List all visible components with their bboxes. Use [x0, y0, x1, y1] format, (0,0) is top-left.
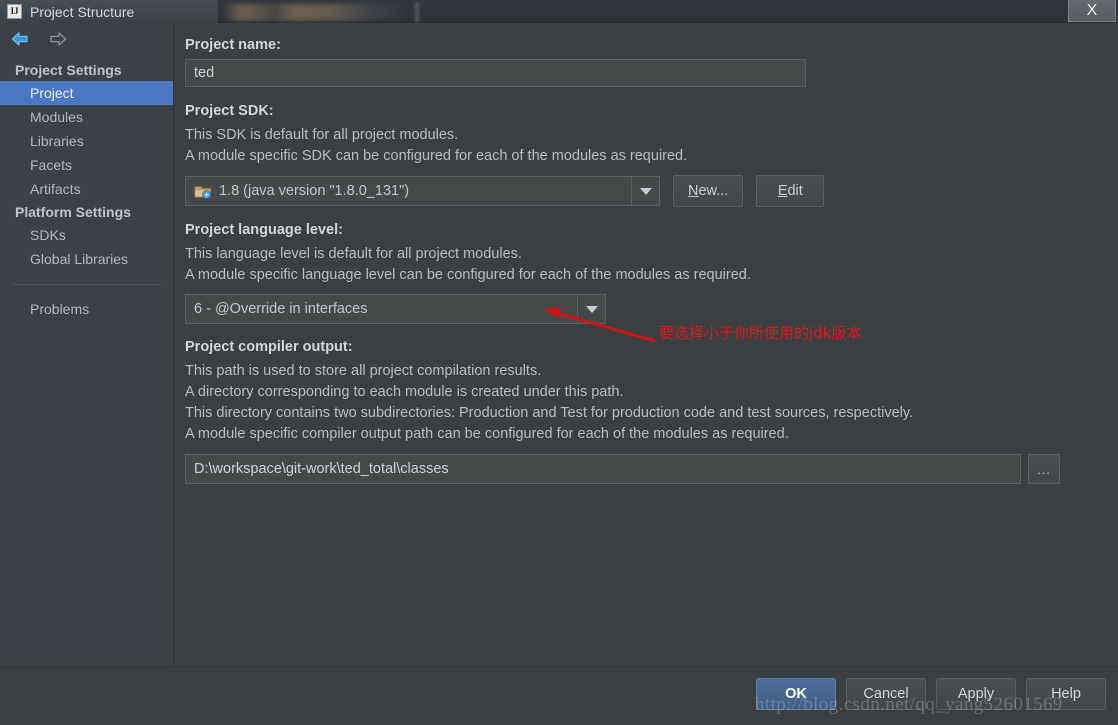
- sidebar-item-artifacts[interactable]: Artifacts: [0, 177, 173, 201]
- compiler-output-row: D:\workspace\git-work\ted_total\classes …: [185, 454, 1100, 484]
- sidebar-item-sdks[interactable]: SDKs: [0, 223, 173, 247]
- sidebar-group-platform-settings: Platform Settings: [15, 204, 131, 220]
- project-sdk-row: 1.8 (java version "1.8.0_131") New... Ed…: [185, 175, 1100, 207]
- new-sdk-label-rest: ew...: [698, 183, 729, 199]
- sidebar: Project Settings Project Modules Librari…: [0, 23, 174, 666]
- project-sdk-desc-1: This SDK is default for all project modu…: [185, 127, 459, 143]
- footer-bar: OK Cancel Apply Help: [0, 666, 1118, 725]
- compiler-output-desc-2: A directory corresponding to each module…: [185, 384, 624, 400]
- sidebar-item-project[interactable]: Project: [0, 81, 173, 105]
- chevron-down-icon[interactable]: [631, 177, 659, 205]
- java-sdk-folder-icon: [194, 184, 212, 199]
- sidebar-group-project-settings: Project Settings: [15, 62, 122, 78]
- compiler-output-label: Project compiler output:: [185, 339, 353, 355]
- browse-label: ...: [1037, 461, 1051, 477]
- chevron-down-icon[interactable]: [577, 295, 605, 323]
- compiler-output-input[interactable]: D:\workspace\git-work\ted_total\classes: [185, 454, 1021, 484]
- edit-sdk-label-rest: dit: [787, 183, 803, 199]
- background-blur-artifact-2: [415, 2, 419, 23]
- arrow-left-icon[interactable]: [10, 30, 32, 48]
- background-blur-artifact: [222, 4, 412, 21]
- language-level-label: Project language level:: [185, 222, 343, 238]
- project-name-input[interactable]: ted: [185, 59, 806, 87]
- project-name-value: ted: [194, 65, 215, 81]
- cancel-button[interactable]: Cancel: [846, 678, 926, 710]
- sidebar-list: Project Settings Project Modules Librari…: [0, 59, 173, 321]
- sidebar-item-global-libraries[interactable]: Global Libraries: [0, 247, 173, 271]
- close-icon[interactable]: X: [1068, 0, 1116, 22]
- language-level-value: 6 - @Override in interfaces: [194, 301, 368, 317]
- edit-sdk-mnemonic: E: [777, 183, 788, 199]
- project-name-label: Project name:: [185, 37, 281, 53]
- annotation-text: 要选择小于你所使用的jdk版本: [659, 324, 862, 342]
- title-bar: Project Structure X: [0, 0, 1118, 23]
- help-label: Help: [1051, 686, 1081, 702]
- language-level-desc-2: A module specific language level can be …: [185, 267, 751, 283]
- sidebar-divider: [12, 284, 161, 285]
- sidebar-item-problems[interactable]: Problems: [0, 297, 173, 321]
- compiler-output-desc-4: A module specific compiler output path c…: [185, 426, 789, 442]
- project-sdk-value: 1.8 (java version "1.8.0_131"): [219, 183, 410, 199]
- edit-sdk-button[interactable]: Edit: [756, 175, 825, 207]
- close-label: X: [1086, 1, 1098, 19]
- sidebar-item-modules[interactable]: Modules: [0, 105, 173, 129]
- intellij-idea-icon: [7, 4, 22, 19]
- project-sdk-combo[interactable]: 1.8 (java version "1.8.0_131"): [185, 176, 660, 206]
- compiler-output-value: D:\workspace\git-work\ted_total\classes: [194, 461, 449, 477]
- language-level-desc-1: This language level is default for all p…: [185, 246, 522, 262]
- sidebar-item-libraries[interactable]: Libraries: [0, 129, 173, 153]
- dialog-buttons: OK Cancel Apply Help: [756, 678, 1106, 710]
- apply-button[interactable]: Apply: [936, 678, 1016, 710]
- help-button[interactable]: Help: [1026, 678, 1106, 710]
- arrow-right-icon: [46, 30, 68, 48]
- compiler-output-desc-3: This directory contains two subdirectori…: [185, 405, 914, 421]
- apply-label: Apply: [957, 686, 995, 702]
- cancel-label: Cancel: [863, 686, 909, 702]
- ok-button[interactable]: OK: [756, 678, 836, 710]
- ok-label: OK: [785, 686, 807, 702]
- title-plate: Project Structure: [0, 0, 218, 23]
- sidebar-item-facets[interactable]: Facets: [0, 153, 173, 177]
- new-sdk-button[interactable]: New...: [673, 175, 744, 207]
- window-title: Project Structure: [30, 3, 135, 20]
- main-panel: Project name: ted Project SDK: This SDK …: [175, 23, 1118, 666]
- compiler-output-desc-1: This path is used to store all project c…: [185, 363, 542, 379]
- project-structure-dialog: Project Structure X Project Settings Pro…: [0, 0, 1118, 725]
- project-sdk-desc-2: A module specific SDK can be configured …: [185, 148, 688, 164]
- navigation-arrows: [0, 23, 173, 55]
- new-sdk-mnemonic: N: [688, 183, 699, 199]
- browse-folder-button[interactable]: ...: [1028, 454, 1060, 484]
- project-sdk-label: Project SDK:: [185, 103, 274, 119]
- language-level-combo[interactable]: 6 - @Override in interfaces: [185, 294, 606, 324]
